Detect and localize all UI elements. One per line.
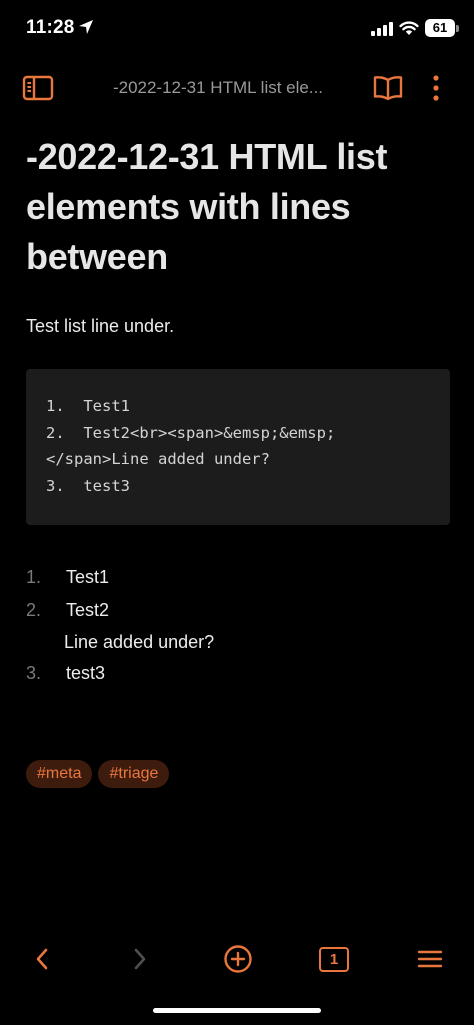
code-line: </span>Line added under? — [46, 450, 270, 468]
back-button[interactable] — [24, 942, 60, 976]
list-number: 2. — [26, 600, 42, 620]
list-item: 3. test3 — [26, 657, 450, 690]
plus-circle-icon — [224, 945, 252, 973]
note-title: -2022-12-31 HTML list elements with line… — [26, 136, 388, 277]
list-number: 3. — [26, 663, 42, 683]
battery-level: 61 — [432, 20, 448, 35]
tag-triage[interactable]: #triage — [98, 760, 170, 788]
list-item: 1. Test1 — [26, 561, 450, 594]
code-line: 1. Test1 — [46, 397, 130, 415]
cellular-signal-icon — [371, 22, 393, 36]
menu-button[interactable] — [412, 942, 448, 976]
more-vertical-icon — [433, 75, 439, 101]
tab-count: 1 — [319, 946, 349, 972]
tabs-button[interactable]: 1 — [316, 942, 352, 976]
sidebar-toggle-button[interactable] — [20, 72, 56, 104]
battery-nub — [456, 25, 459, 32]
code-line: 2. Test2<br><span>&emsp;&emsp; — [46, 423, 336, 442]
list-item: 2. Test2 Line added under? — [26, 594, 450, 657]
chevron-left-icon — [36, 948, 48, 970]
location-arrow-icon — [79, 20, 93, 34]
list-item-text: Test2 — [66, 600, 110, 620]
list-item-text: test3 — [66, 663, 106, 683]
status-time: 11:28 — [26, 17, 75, 38]
reading-view-button[interactable] — [370, 72, 406, 104]
list-number: 1. — [26, 567, 42, 587]
battery-indicator: 61 — [425, 19, 455, 37]
sidebar-icon — [22, 75, 54, 101]
new-note-button[interactable] — [220, 942, 256, 976]
forward-button[interactable] — [122, 942, 158, 976]
top-navigation: -2022-12-31 HTML list ele... — [0, 64, 474, 112]
home-indicator[interactable] — [153, 1008, 321, 1013]
bottom-toolbar: 1 — [0, 936, 474, 982]
book-open-icon — [373, 76, 403, 101]
chevron-right-icon — [134, 948, 146, 970]
status-bar: 11:28 61 — [0, 0, 474, 58]
ordered-list: 1. Test1 2. Test2 Line added under? 3. test… — [26, 561, 450, 690]
code-block: 1. Test1 2. Test2<br><span>&emsp;&emsp; </… — [26, 369, 450, 525]
code-line: 3. test3 — [46, 476, 130, 495]
hamburger-menu-icon — [417, 950, 443, 968]
tag-meta[interactable]: #meta — [26, 760, 93, 788]
nav-title: -2022-12-31 HTML list ele... — [112, 78, 324, 97]
wifi-icon — [399, 21, 419, 35]
tag-list: #meta #triage — [26, 760, 450, 788]
note-content: -2022-12-31 HTML list elements with line… — [26, 132, 450, 788]
note-paragraph: Test list line under. — [26, 316, 175, 336]
more-options-button[interactable] — [424, 70, 448, 106]
list-item-text: Test1 — [66, 567, 110, 587]
list-item-subline: Line added under? — [64, 632, 215, 652]
